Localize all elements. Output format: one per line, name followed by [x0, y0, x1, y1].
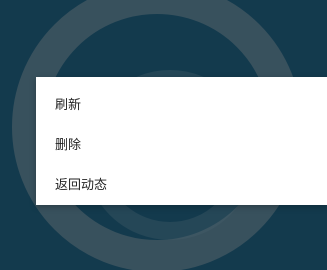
menu-item-back-to-feed[interactable]: 返回动态	[36, 163, 327, 203]
menu-item-delete[interactable]: 删除	[36, 123, 327, 163]
menu-item-refresh[interactable]: 刷新	[36, 83, 327, 123]
context-menu: 刷新 删除 返回动态	[36, 77, 327, 205]
